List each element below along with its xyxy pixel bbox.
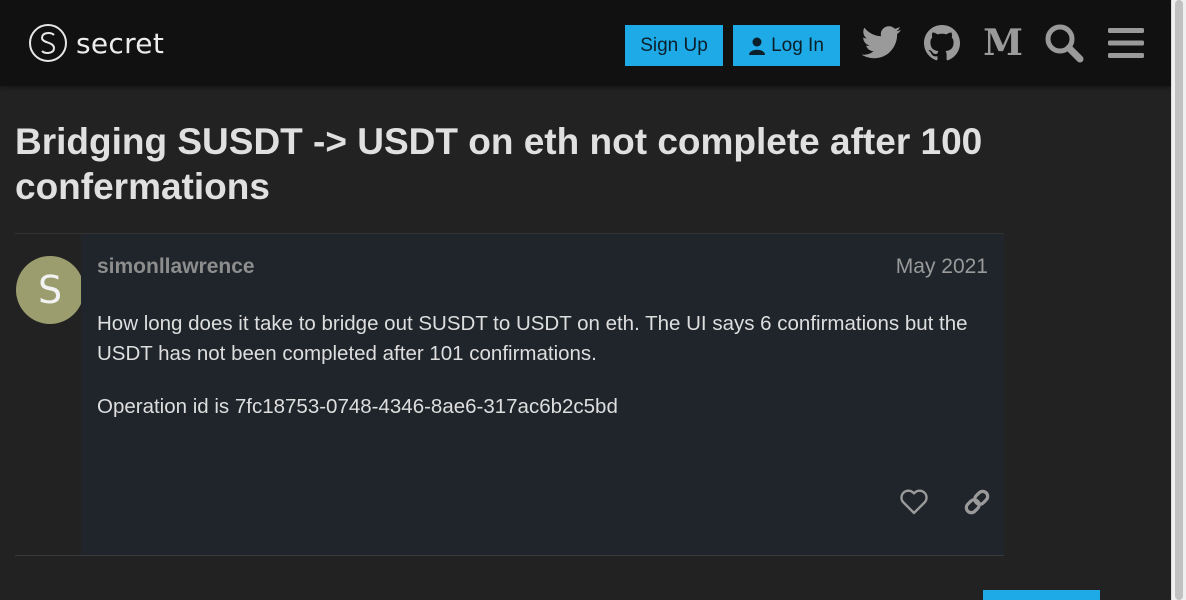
log-in-label: Log In (771, 34, 824, 56)
page-viewport: secret Sign Up Log In M Bridging SUSDT -… (0, 0, 1171, 600)
medium-icon[interactable]: M (982, 22, 1024, 64)
post-paragraph: How long does it take to bridge out SUSD… (97, 312, 968, 365)
page-scrollbar[interactable] (1171, 0, 1186, 600)
avatar[interactable]: S (16, 256, 84, 324)
twitter-icon[interactable] (861, 22, 903, 64)
topic-title[interactable]: Bridging SUSDT -> USDT on eth not comple… (15, 119, 1025, 209)
logo-text: secret (76, 26, 165, 60)
scrollbar-thumb[interactable] (1175, 0, 1183, 600)
post-date[interactable]: May 2021 (896, 255, 988, 279)
secret-logo-icon (29, 24, 67, 62)
site-header: secret Sign Up Log In M (0, 0, 1171, 86)
sign-up-button[interactable]: Sign Up (625, 25, 723, 66)
post-divider (15, 555, 1004, 556)
site-logo[interactable]: secret (29, 24, 164, 62)
post: simonllawrence May 2021 How long does it… (81, 234, 1004, 555)
heart-icon[interactable] (896, 484, 932, 520)
user-icon (749, 37, 766, 55)
search-icon[interactable] (1043, 22, 1085, 64)
reply-button[interactable] (983, 590, 1100, 600)
post-username[interactable]: simonllawrence (97, 255, 255, 279)
link-icon[interactable] (959, 484, 995, 520)
post-paragraph: Operation id is 7fc18753-0748-4346-8ae6-… (97, 395, 618, 418)
log-in-button[interactable]: Log In (733, 25, 840, 66)
hamburger-menu-icon[interactable] (1105, 22, 1147, 64)
github-icon[interactable] (921, 22, 963, 64)
